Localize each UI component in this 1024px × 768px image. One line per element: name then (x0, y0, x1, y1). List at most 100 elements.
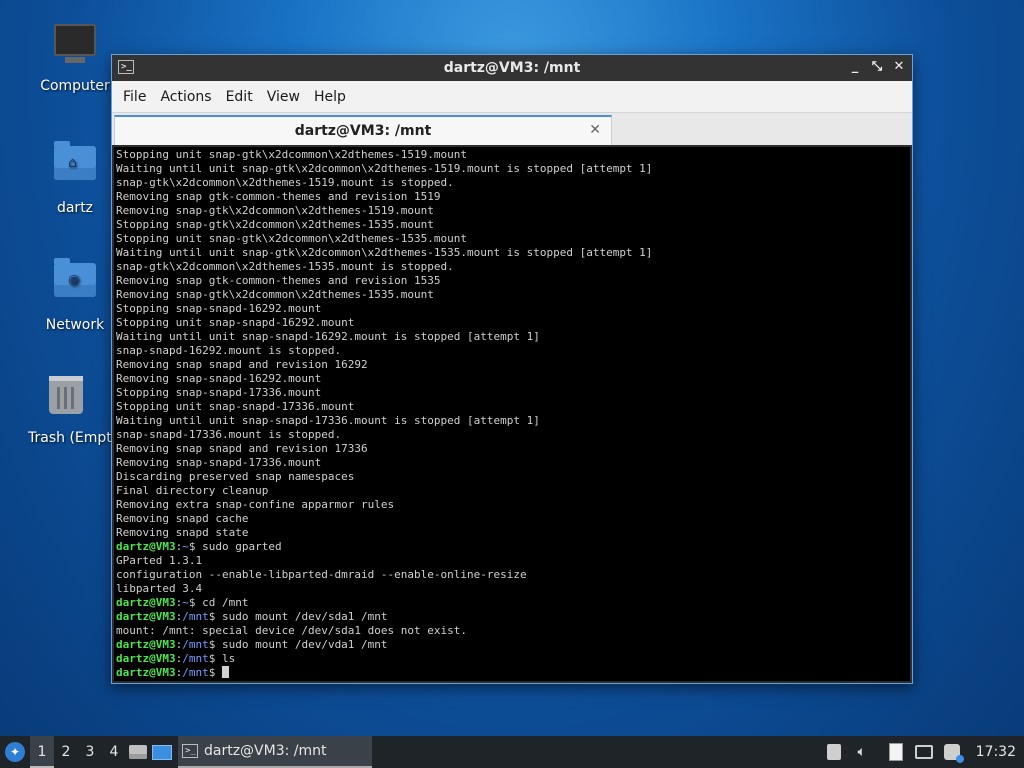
terminal-output[interactable]: Stopping unit snap-gtk\x2dcommon\x2dthem… (114, 147, 910, 681)
terminal-prompt-line: dartz@VM3:~$ cd /mnt (116, 596, 249, 609)
prompt-user: dartz@VM3 (116, 652, 176, 665)
terminal-prompt-line: dartz@VM3:~$ sudo gparted (116, 540, 282, 553)
terminal-output-line: Stopping unit snap-gtk\x2dcommon\x2dthem… (116, 148, 467, 161)
terminal-output-line: Discarding preserved snap namespaces (116, 470, 355, 483)
terminal-output-line: Removing extra snap-confine apparmor rul… (116, 498, 395, 511)
terminal-app-icon[interactable]: >_ (118, 60, 134, 74)
menu-actions[interactable]: Actions (153, 89, 218, 105)
menu-file[interactable]: File (116, 89, 153, 105)
taskbar-item-label: dartz@VM3: /mnt (204, 743, 327, 759)
prompt-user: dartz@VM3 (116, 540, 176, 553)
terminal-icon: >_ (182, 744, 198, 758)
terminal-output-line: Waiting until unit snap-snapd-16292.moun… (116, 330, 540, 343)
volume-icon[interactable]: 🔈︎ (848, 736, 876, 768)
tab-bar: dartz@VM3: /mnt ✕ (112, 113, 912, 145)
prompt-user: dartz@VM3 (116, 666, 176, 679)
terminal-output-line: Stopping snap-snapd-17336.mount (116, 386, 322, 399)
desktop-icon-trash[interactable]: Trash (Empty) (20, 370, 111, 446)
prompt-command: $ ls (208, 652, 236, 665)
terminal-output-line: Removing snap-gtk\x2dcommon\x2dthemes-15… (116, 288, 434, 301)
menu-help[interactable]: Help (307, 89, 353, 105)
clock[interactable]: 17:32 (966, 744, 1024, 760)
prompt-path: /mnt (182, 652, 209, 665)
terminal-output-line: Removing snap-snapd-17336.mount (116, 456, 322, 469)
terminal-output-line: Removing snapd state (116, 526, 249, 539)
menu-bar: File Actions Edit View Help (112, 81, 912, 113)
workspace-4[interactable]: 4 (102, 736, 126, 768)
terminal-output-line: Removing snap snapd and revision 17336 (116, 442, 368, 455)
maximize-button[interactable]: ⤡ (870, 59, 884, 75)
prompt-user: dartz@VM3 (116, 610, 176, 623)
terminal-output-line: snap-snapd-16292.mount is stopped. (116, 344, 342, 357)
terminal-window[interactable]: >_ dartz@VM3: /mnt _ ⤡ ✕ File Actions Ed… (111, 54, 913, 684)
taskbar: ✦ 1 2 3 4 >_ dartz@VM3: /mnt 🔈︎ 17:32 (0, 736, 1024, 768)
home-folder-icon: ⌂ (51, 141, 99, 194)
terminal-prompt-line: dartz@VM3:/mnt$ (116, 666, 908, 680)
terminal-output-line: Removing snap-snapd-16292.mount (116, 372, 322, 385)
terminal-output-line: snap-gtk\x2dcommon\x2dthemes-1535.mount … (116, 260, 454, 273)
terminal-output-line: libparted 3.4 (116, 582, 203, 595)
terminal-prompt-line: dartz@VM3:/mnt$ sudo mount /dev/sda1 /mn… (116, 610, 388, 623)
tab-label: dartz@VM3: /mnt (294, 123, 432, 139)
terminal-output-line: Waiting until unit snap-snapd-17336.moun… (116, 414, 540, 427)
tab-terminal[interactable]: dartz@VM3: /mnt ✕ (114, 115, 612, 145)
workspace-3[interactable]: 3 (78, 736, 102, 768)
computer-icon (51, 24, 99, 72)
window-titlebar[interactable]: >_ dartz@VM3: /mnt _ ⤡ ✕ (112, 55, 912, 81)
workspace-1[interactable]: 1 (30, 736, 54, 768)
terminal-output-line: mount: /mnt: special device /dev/sda1 do… (116, 624, 467, 637)
terminal-output-line: Stopping unit snap-snapd-17336.mount (116, 400, 355, 413)
prompt-path: /mnt (182, 638, 209, 651)
prompt-path: /mnt (182, 666, 209, 679)
terminal-prompt-line: dartz@VM3:/mnt$ sudo mount /dev/vda1 /mn… (116, 638, 388, 651)
prompt-command: $ sudo mount /dev/vda1 /mnt (208, 638, 388, 651)
terminal-output-line: snap-snapd-17336.mount is stopped. (116, 428, 342, 441)
terminal-output-line: Removing snap-gtk\x2dcommon\x2dthemes-15… (116, 204, 434, 217)
terminal-output-line: GParted 1.3.1 (116, 554, 203, 567)
file-manager-launcher[interactable] (126, 736, 150, 768)
terminal-output-line: Removing snap gtk-common-themes and revi… (116, 274, 441, 287)
desktop-icon-label: Trash (Empty) (28, 430, 111, 446)
menu-view[interactable]: View (260, 89, 307, 105)
terminal-output-line: configuration --enable-libparted-dmraid … (116, 568, 527, 581)
terminal-output-line: Stopping unit snap-gtk\x2dcommon\x2dthem… (116, 232, 467, 245)
network-icon[interactable] (910, 736, 938, 768)
start-menu-button[interactable]: ✦ (0, 736, 30, 768)
terminal-cursor (221, 666, 229, 678)
desktop-icon (152, 744, 172, 760)
prompt-command: $ (208, 666, 222, 679)
terminal-output-line: Removing snapd cache (116, 512, 249, 525)
prompt-path: ~ (182, 596, 189, 609)
minimize-button[interactable]: _ (848, 59, 862, 75)
prompt-command: $ cd /mnt (188, 596, 249, 609)
network-folder-icon: ◉ (51, 258, 99, 311)
prompt-user: dartz@VM3 (116, 596, 176, 609)
prompt-command: $ sudo gparted (188, 540, 282, 553)
terminal-output-line: Removing snap snapd and revision 16292 (116, 358, 368, 371)
terminal-output-line: snap-gtk\x2dcommon\x2dthemes-1519.mount … (116, 176, 454, 189)
terminal-output-line: Stopping snap-snapd-16292.mount (116, 302, 322, 315)
workspace-2[interactable]: 2 (54, 736, 78, 768)
prompt-path: ~ (182, 540, 189, 553)
terminal-output-line: Waiting until unit snap-gtk\x2dcommon\x2… (116, 246, 653, 259)
trash-icon (42, 376, 90, 424)
clipboard-icon[interactable] (882, 736, 910, 768)
terminal-output-line: Stopping unit snap-snapd-16292.mount (116, 316, 355, 329)
taskbar-item-terminal[interactable]: >_ dartz@VM3: /mnt (178, 736, 372, 768)
folder-icon (129, 745, 147, 759)
update-notifier-icon[interactable] (938, 736, 966, 768)
terminal-output-line: Stopping snap-gtk\x2dcommon\x2dthemes-15… (116, 218, 434, 231)
show-desktop-button[interactable] (150, 736, 174, 768)
tray-app-icon[interactable] (820, 736, 848, 768)
tab-close-icon[interactable]: ✕ (589, 122, 601, 138)
terminal-output-line: Waiting until unit snap-gtk\x2dcommon\x2… (116, 162, 653, 175)
window-title: dartz@VM3: /mnt (443, 60, 581, 76)
prompt-path: /mnt (182, 610, 209, 623)
app-menu-icon: ✦ (5, 742, 25, 762)
prompt-command: $ sudo mount /dev/sda1 /mnt (208, 610, 388, 623)
prompt-user: dartz@VM3 (116, 638, 176, 651)
terminal-output-line: Removing snap gtk-common-themes and revi… (116, 190, 441, 203)
system-tray: 🔈︎ 17:32 (820, 736, 1024, 768)
menu-edit[interactable]: Edit (219, 89, 260, 105)
close-button[interactable]: ✕ (892, 59, 906, 75)
